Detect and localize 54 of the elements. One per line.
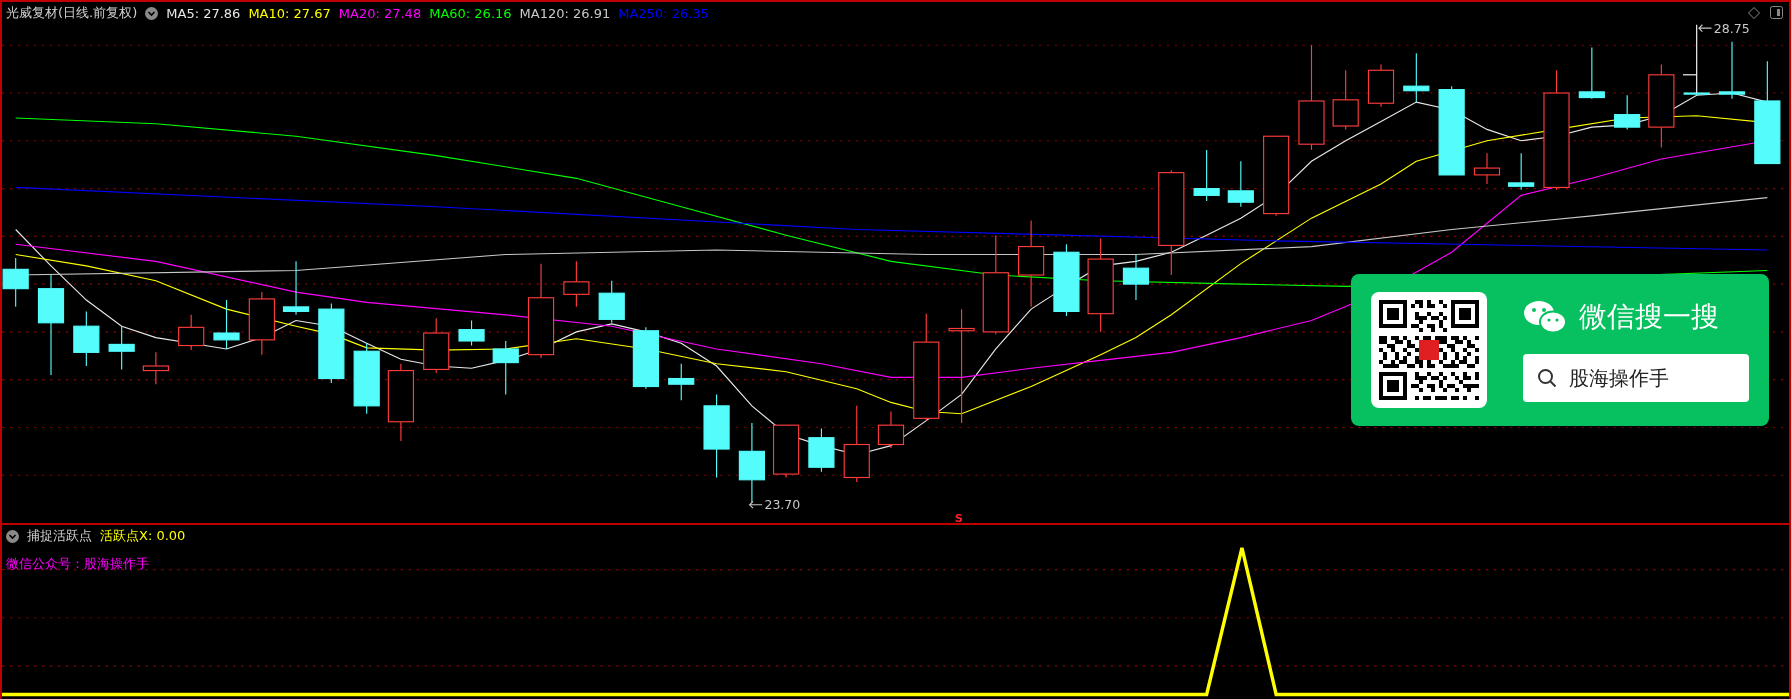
candlestick [1508, 152, 1535, 191]
candlestick [458, 319, 485, 347]
qr-code-icon [1379, 300, 1479, 400]
search-icon [1537, 368, 1557, 388]
leader-arrow [748, 500, 763, 509]
indicator-note: 微信公众号：股海操作手 [6, 555, 149, 573]
candlestick [668, 363, 695, 401]
low-price-label: 23.70 [764, 497, 801, 513]
leader-arrow [1698, 24, 1713, 33]
dropdown-icon[interactable] [6, 529, 19, 543]
high-price-label: 28.75 [1713, 20, 1750, 36]
candlestick [108, 325, 135, 370]
candlestick [2, 257, 29, 308]
moving-average-label: MA250: 26.35 [618, 5, 709, 21]
dropdown-icon[interactable] [145, 6, 159, 20]
panel-toggle-icon[interactable] [1770, 6, 1783, 19]
candlestick [1718, 41, 1746, 100]
candlestick [178, 314, 205, 351]
candlestick [1367, 64, 1395, 108]
chat-bubbles-icon [1523, 299, 1567, 335]
candlestick [73, 310, 100, 367]
moving-average-label: MA60: 26.16 [429, 5, 512, 21]
indicator-value: 活跃点X: 0.00 [100, 527, 186, 545]
candlestick [1683, 92, 1710, 96]
signal-marker: S [954, 510, 963, 523]
candlestick [1193, 149, 1220, 202]
candlestick [248, 291, 275, 356]
candlestick [213, 299, 240, 350]
candlestick [632, 326, 660, 390]
candlestick [423, 317, 450, 374]
candlestick [877, 410, 905, 449]
candlestick [1614, 94, 1641, 130]
card-title: 微信搜一搜 [1579, 299, 1719, 335]
chart-title: 光威复材(日线.前复权) [6, 4, 138, 22]
moving-average-label: MA5: 27.86 [166, 5, 241, 21]
moving-average-label: MA10: 27.67 [248, 5, 331, 21]
candlestick [563, 260, 590, 308]
candlestick [598, 280, 625, 324]
candlestick [1122, 253, 1150, 301]
search-field[interactable]: 股海操作手 [1523, 354, 1749, 402]
candlestick [1332, 69, 1359, 130]
candlestick [282, 260, 310, 316]
moving-average-label: MA20: 27.48 [338, 5, 422, 21]
candlestick [1578, 46, 1605, 100]
candlestick [1473, 152, 1501, 185]
moving-average-label: MA120: 26.91 [519, 5, 611, 21]
candlestick [142, 351, 169, 385]
candlestick [773, 424, 800, 479]
candlestick [1227, 160, 1254, 208]
candlestick [1403, 52, 1430, 103]
indicator-title: 捕捉活跃点 [27, 527, 92, 545]
candlestick [492, 340, 519, 396]
candlestick [808, 428, 835, 473]
high-marker-line [1682, 24, 1698, 94]
